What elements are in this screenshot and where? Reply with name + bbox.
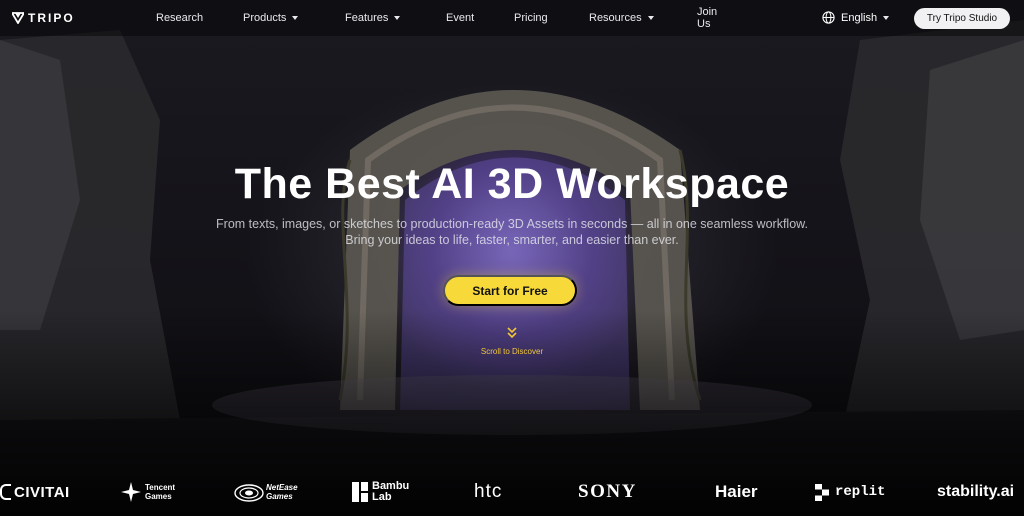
try-tripo-studio-button[interactable]: Try Tripo Studio <box>914 8 1010 29</box>
partner-logo-civitai: CIVITAI <box>0 474 70 510</box>
language-selector[interactable]: English <box>822 11 890 24</box>
hero-subtitle: From texts, images, or sketches to produ… <box>0 216 1024 248</box>
nav-label: Pricing <box>514 12 548 24</box>
nav-label: Join Us <box>697 6 718 30</box>
partner-name: Tencent <box>145 483 176 492</box>
partner-logo-netease-games: NetEase Games <box>233 474 298 510</box>
partner-logo-bambu-lab: Bambu Lab <box>352 474 409 510</box>
nav-label: Products <box>243 12 287 24</box>
nav-item-join-us[interactable]: Join Us <box>697 6 717 30</box>
replit-mark-icon <box>815 483 829 501</box>
double-chevron-down-icon <box>507 327 517 339</box>
caret-down-icon <box>883 15 890 20</box>
globe-icon <box>822 11 835 24</box>
partner-name: replit <box>835 484 886 500</box>
partner-logos-strip: CIVITAI Tencent Games NetEase Games Bamb… <box>0 474 1024 510</box>
nav-label: Resources <box>589 12 642 24</box>
partner-logo-haier: Haier <box>715 474 758 510</box>
caret-down-icon <box>292 16 299 20</box>
netease-swirl-icon <box>234 484 264 502</box>
partner-logo-sony: SONY <box>578 474 637 510</box>
language-label: English <box>841 11 878 24</box>
partner-name: SONY <box>578 481 637 502</box>
start-for-free-button[interactable]: Start for Free <box>443 275 577 306</box>
partner-name: htc <box>474 481 503 502</box>
nav-label: Event <box>446 12 475 24</box>
partner-name-line-2: Games <box>266 492 293 501</box>
partner-logo-stability-ai: stability.ai <box>937 474 1014 510</box>
tencent-star-icon <box>121 482 141 502</box>
partner-name-line-2: Lab <box>372 491 392 503</box>
partner-name: CIVITAI <box>14 483 70 501</box>
nav-item-features[interactable]: Features <box>345 12 401 24</box>
nav-item-research[interactable]: Research <box>156 12 203 24</box>
partner-name-line-2: Games <box>145 492 172 501</box>
hero-subtitle-line-1: From texts, images, or sketches to produ… <box>216 217 808 231</box>
partner-name: Haier <box>715 482 758 501</box>
nav-item-resources[interactable]: Resources <box>589 12 654 24</box>
hero-subtitle-line-2: Bring your ideas to life, faster, smarte… <box>345 233 679 247</box>
civitai-mark-icon <box>0 484 11 500</box>
scroll-indicator[interactable]: Scroll to Discover <box>0 326 1024 356</box>
nav-label: Research <box>156 12 204 24</box>
partner-name: NetEase <box>266 483 298 492</box>
top-navbar: TRIPO Research Products Features Event P… <box>0 0 1024 36</box>
caret-down-icon <box>394 16 401 20</box>
hero-section: The Best AI 3D Workspace From texts, ima… <box>0 158 1024 248</box>
nav-item-pricing[interactable]: Pricing <box>514 12 548 24</box>
scroll-label: Scroll to Discover <box>480 347 544 356</box>
tripo-logo-icon <box>12 12 24 24</box>
partner-name: stability.ai <box>937 483 1015 500</box>
caret-down-icon <box>647 16 654 20</box>
brand-name: TRIPO <box>28 11 75 25</box>
partner-logo-tencent-games: Tencent Games <box>120 474 175 510</box>
hero-title: The Best AI 3D Workspace <box>234 160 790 208</box>
nav-item-products[interactable]: Products <box>243 12 299 24</box>
nav-label: Features <box>345 12 389 24</box>
bambu-lab-mark-icon <box>352 482 368 502</box>
partner-logo-replit: replit <box>815 474 885 510</box>
brand-logo[interactable]: TRIPO <box>12 11 75 25</box>
partner-logo-htc: htc <box>474 474 502 510</box>
nav-item-event[interactable]: Event <box>446 12 474 24</box>
bottom-gradient-overlay <box>0 0 1024 516</box>
